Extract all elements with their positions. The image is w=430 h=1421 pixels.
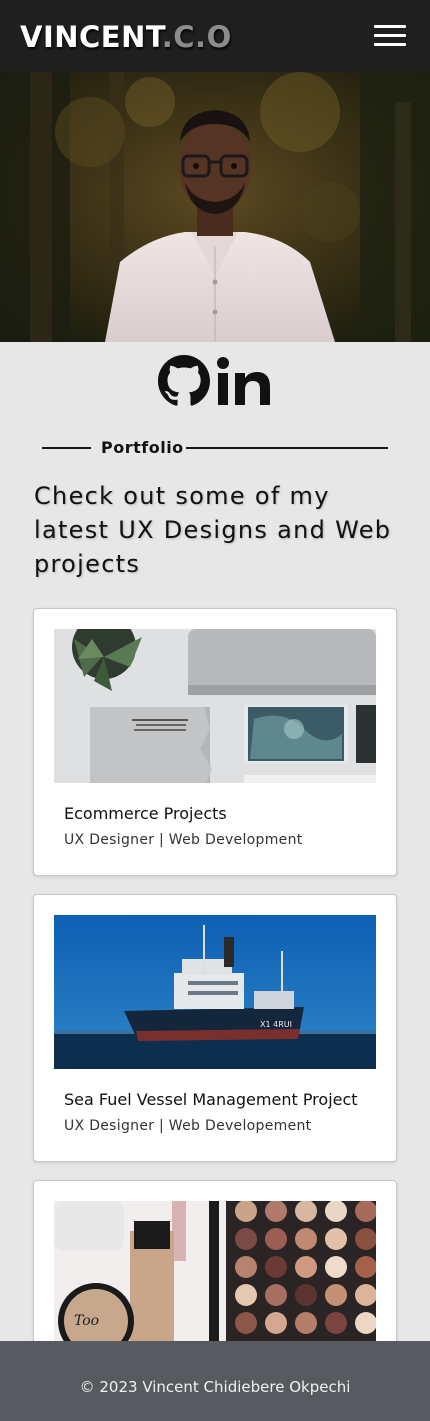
navbar: VINCENT.C.O — [0, 0, 430, 72]
svg-text:Too: Too — [74, 1313, 99, 1329]
svg-text:X1 4RUI: X1 4RUI — [260, 1020, 292, 1029]
project-roles: UX Designer | Web Development — [64, 832, 303, 848]
brand-suffix: .C.O — [161, 20, 232, 54]
portrait-photo — [0, 72, 430, 342]
project-card[interactable]: X1 4RUI Sea Fuel Vessel Management Proje… — [33, 894, 397, 1162]
project-title: Sea Fuel Vessel Management Project — [64, 1090, 358, 1109]
hero-portrait-image — [0, 72, 430, 342]
menu-bar — [374, 34, 406, 37]
brand-logo[interactable]: VINCENT.C.O — [20, 18, 232, 56]
portfolio-intro-text: Check out some of my latest UX Designs a… — [34, 482, 392, 578]
github-icon[interactable] — [158, 355, 210, 407]
desk-workspace-photo — [54, 629, 376, 783]
divider-line — [186, 447, 388, 449]
brand-name: VINCENT — [20, 20, 162, 54]
section-label: Portfolio — [101, 438, 184, 457]
cosmetics-photo: Too — [54, 1201, 376, 1355]
project-card[interactable]: Too — [33, 1180, 397, 1360]
divider-line — [42, 447, 91, 449]
project-roles: UX Designer | Web Developement — [64, 1118, 312, 1134]
hamburger-menu-icon[interactable] — [374, 25, 406, 47]
project-title: Ecommerce Projects — [64, 804, 227, 823]
project-card[interactable]: Ecommerce Projects UX Designer | Web Dev… — [33, 608, 397, 876]
social-links — [158, 355, 274, 409]
portfolio-section-heading: Portfolio — [42, 437, 388, 459]
footer: © 2023 Vincent Chidiebere Okpechi — [0, 1341, 430, 1421]
menu-bar — [374, 43, 406, 46]
menu-bar — [374, 25, 406, 28]
copyright-text: © 2023 Vincent Chidiebere Okpechi — [79, 1378, 351, 1396]
ship-at-sea-photo: X1 4RUI — [54, 915, 376, 1069]
linkedin-icon[interactable] — [216, 355, 272, 409]
